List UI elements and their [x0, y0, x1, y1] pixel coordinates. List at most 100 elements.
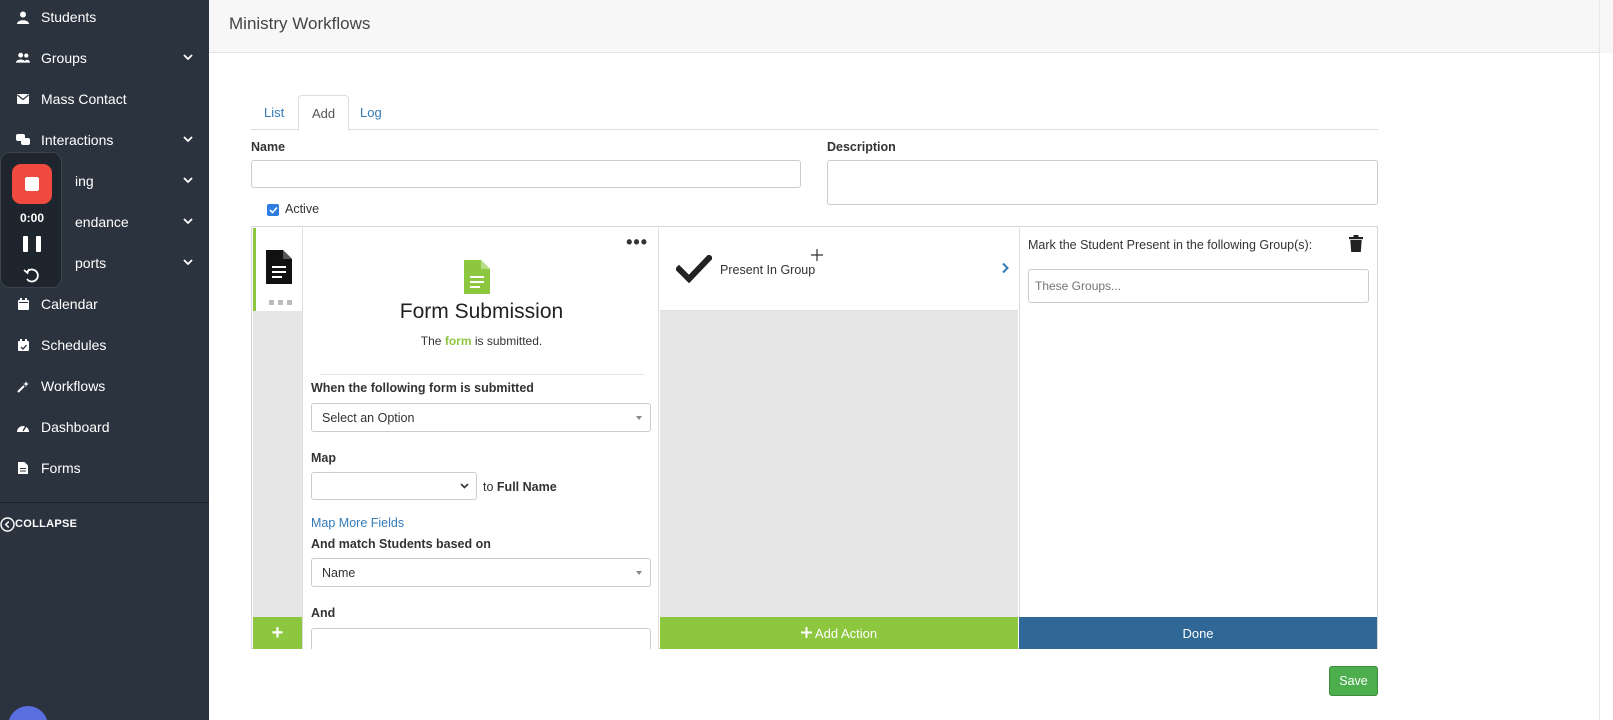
and-label: And	[311, 606, 336, 620]
pause-button[interactable]	[23, 236, 41, 254]
magic-icon	[16, 379, 30, 393]
match-select-value: Name	[322, 565, 356, 580]
sidebar-item-groups[interactable]: Groups	[0, 37, 209, 79]
user-icon	[16, 10, 30, 24]
action-label: Present In Group	[720, 263, 816, 277]
sidebar: Students Groups Mass Contact Interaction…	[0, 0, 209, 720]
sidebar-item-dashboard[interactable]: Dashboard	[0, 406, 209, 448]
drag-handle-icon[interactable]	[269, 300, 292, 305]
sidebar-item-students[interactable]: Students	[0, 0, 209, 38]
calendar-icon	[16, 297, 30, 311]
divider	[320, 374, 644, 375]
sidebar-item-label: ing	[75, 173, 94, 189]
trigger-tile[interactable]	[253, 228, 302, 311]
document-icon	[266, 250, 292, 287]
scrollbar[interactable]	[1599, 0, 1613, 53]
check-icon	[268, 206, 278, 214]
description-label: Description	[827, 140, 896, 154]
stop-recording-button[interactable]	[12, 164, 52, 204]
action-tile[interactable]: Present In Group	[660, 228, 1018, 311]
pause-icon	[23, 236, 28, 252]
groups-input[interactable]	[1028, 269, 1369, 303]
plus-icon	[811, 249, 823, 264]
map-more-fields-link[interactable]: Map More Fields	[311, 516, 404, 530]
sidebar-item-forms[interactable]: Forms	[0, 447, 209, 489]
restart-icon[interactable]	[23, 266, 41, 284]
recording-time: 0:00	[19, 211, 45, 225]
envelope-icon	[16, 92, 30, 106]
map-to-field: Full Name	[496, 480, 557, 494]
collapse-button[interactable]: COLLAPSE	[0, 510, 209, 538]
and-select[interactable]	[311, 628, 651, 649]
caret-down-icon	[636, 570, 642, 575]
action-config-panel: Mark the Student Present in the followin…	[1019, 228, 1377, 617]
more-options-icon[interactable]: •••	[626, 232, 648, 253]
sidebar-item-label: Workflows	[41, 378, 106, 394]
stop-icon	[25, 177, 39, 191]
tab-add[interactable]: Add	[298, 95, 350, 131]
trigger-title: Form Submission	[399, 300, 564, 323]
page-header: Ministry Workflows	[209, 0, 1613, 53]
sidebar-item-schedules[interactable]: Schedules	[0, 324, 209, 366]
match-label: And match Students based on	[311, 537, 491, 551]
chevron-down-icon	[181, 132, 195, 146]
tab-bar: List Add Log	[251, 95, 1378, 131]
trigger-subtitle-suffix: is submitted.	[474, 334, 543, 348]
name-field[interactable]	[251, 160, 801, 188]
add-action-button[interactable]: Add Action	[660, 617, 1018, 649]
chevron-down-icon	[459, 480, 470, 494]
sidebar-item-label: Calendar	[41, 296, 98, 312]
active-label: Active	[285, 202, 320, 216]
sidebar-item-label: Mass Contact	[41, 91, 127, 107]
sidebar-item-calendar[interactable]: Calendar	[0, 283, 209, 325]
tab-log[interactable]: Log	[347, 95, 395, 130]
plus-icon	[800, 626, 812, 641]
chevron-right-icon	[1001, 262, 1009, 277]
sidebar-item-label: Interactions	[41, 132, 114, 148]
sidebar-divider	[0, 502, 209, 503]
form-select[interactable]: Select an Option	[311, 403, 651, 432]
sidebar-item-label: Dashboard	[41, 419, 110, 435]
users-icon	[16, 51, 30, 65]
form-select-value: Select an Option	[322, 410, 415, 425]
save-button[interactable]: Save	[1329, 666, 1378, 696]
collapse-label: COLLAPSE	[15, 518, 78, 530]
chevron-circle-left-icon	[0, 516, 15, 532]
sidebar-item-mass-contact[interactable]: Mass Contact	[0, 78, 209, 120]
sidebar-item-label: Groups	[41, 50, 87, 66]
help-chat-avatar[interactable]	[8, 706, 48, 720]
trigger-subtitle-form: form	[444, 334, 472, 348]
trigger-subtitle: The form is submitted.	[303, 334, 658, 348]
calendar-check-icon	[16, 338, 30, 352]
map-label: Map	[311, 451, 336, 465]
form-select-label: When the following form is submitted	[311, 381, 534, 395]
sidebar-item-label: Schedules	[41, 337, 107, 353]
scrollbar-track[interactable]	[1599, 53, 1613, 720]
file-icon	[16, 461, 30, 475]
map-field-select[interactable]	[311, 472, 477, 500]
match-select[interactable]: Name	[311, 558, 651, 587]
chevron-down-icon	[181, 50, 195, 64]
tab-list[interactable]: List	[251, 95, 297, 130]
sidebar-item-label: Forms	[41, 460, 81, 476]
sidebar-item-label: ports	[75, 255, 107, 271]
map-to-text: to Full Name	[483, 480, 557, 494]
caret-down-icon	[636, 415, 642, 420]
workflow-canvas: + ••• Form Submission The form is submit…	[251, 226, 1378, 649]
active-checkbox[interactable]	[267, 204, 279, 216]
chevron-down-icon	[181, 255, 195, 269]
comments-icon	[16, 133, 30, 147]
done-button[interactable]: Done	[1019, 617, 1377, 649]
add-action-label: Add Action	[814, 625, 878, 641]
trigger-config-panel: ••• Form Submission The form is submitte…	[302, 228, 659, 649]
trigger-subtitle-prefix: The	[420, 334, 442, 348]
page-title: Ministry Workflows	[229, 14, 371, 33]
sidebar-item-workflows[interactable]: Workflows	[0, 365, 209, 407]
form-file-icon	[464, 260, 490, 297]
description-field[interactable]	[827, 160, 1378, 205]
trash-icon[interactable]	[1349, 235, 1363, 255]
checkmark-icon	[674, 253, 714, 286]
map-to-prefix: to	[483, 480, 494, 494]
add-trigger-button[interactable]: +	[253, 617, 302, 649]
sidebar-item-label: Students	[41, 9, 97, 25]
